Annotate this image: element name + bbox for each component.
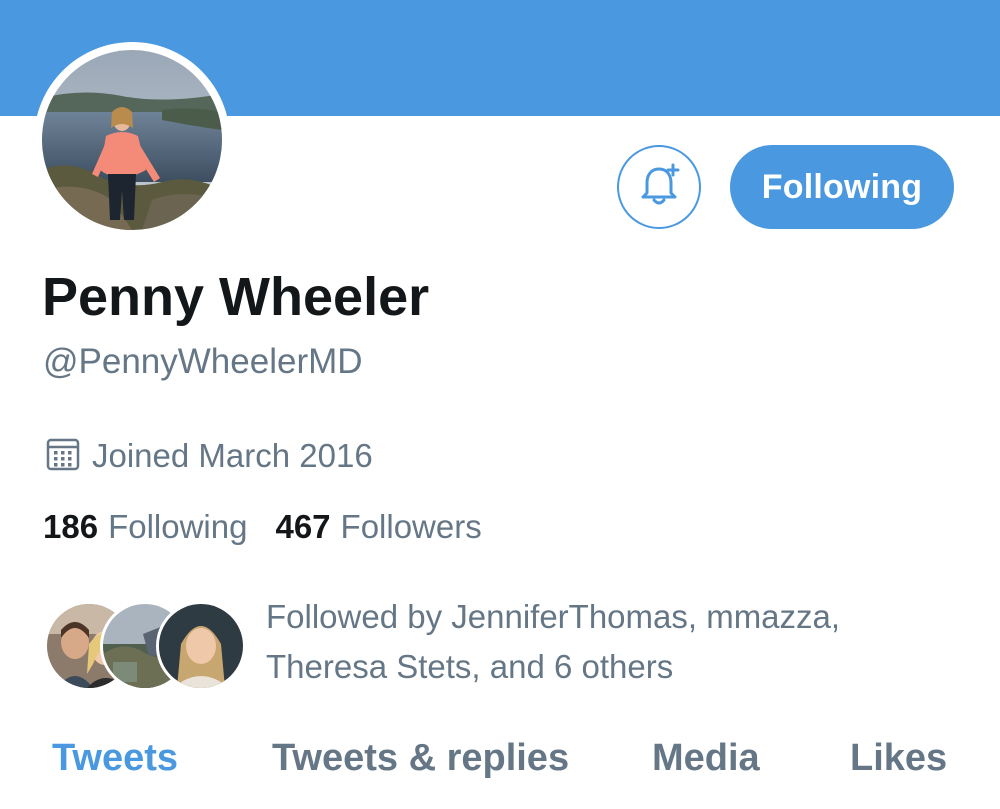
profile-tabs: Tweets Tweets & replies Media Likes xyxy=(0,737,1000,797)
followed-by-text[interactable]: Followed by JenniferThomas, mmazza, Ther… xyxy=(266,592,966,692)
username-handle: @PennyWheelerMD xyxy=(43,342,363,381)
following-label: Following xyxy=(108,508,248,545)
profile-avatar[interactable] xyxy=(42,50,222,230)
followers-stat[interactable]: 467 Followers xyxy=(275,508,481,546)
following-button[interactable]: Following xyxy=(730,145,954,229)
display-name: Penny Wheeler xyxy=(42,267,430,327)
notifications-bell-button[interactable] xyxy=(617,145,701,229)
followers-label: Followers xyxy=(340,508,482,545)
following-count: 186 xyxy=(43,508,99,545)
followed-by-avatars[interactable] xyxy=(44,601,246,691)
joined-date-row: Joined March 2016 xyxy=(46,434,373,478)
follow-stats: 186 Following 467 Followers xyxy=(43,508,482,546)
tab-media[interactable]: Media xyxy=(652,737,760,780)
profile-avatar-photo xyxy=(42,50,222,230)
tab-tweets[interactable]: Tweets xyxy=(52,737,178,780)
follower-avatar xyxy=(156,601,246,691)
profile-page: Following Penny Wheeler @PennyWheelerMD … xyxy=(0,0,1000,809)
followed-by-line-2: Theresa Stets, and 6 others xyxy=(266,648,674,685)
tab-tweets-and-replies[interactable]: Tweets & replies xyxy=(272,737,569,780)
followed-by-line-1: Followed by JenniferThomas, mmazza, xyxy=(266,598,841,635)
tab-likes[interactable]: Likes xyxy=(850,737,947,780)
following-stat[interactable]: 186 Following xyxy=(43,508,247,546)
calendar-icon xyxy=(46,437,80,476)
joined-date-text: Joined March 2016 xyxy=(92,437,373,474)
bell-plus-icon xyxy=(635,161,683,214)
followers-count: 467 xyxy=(275,508,331,545)
